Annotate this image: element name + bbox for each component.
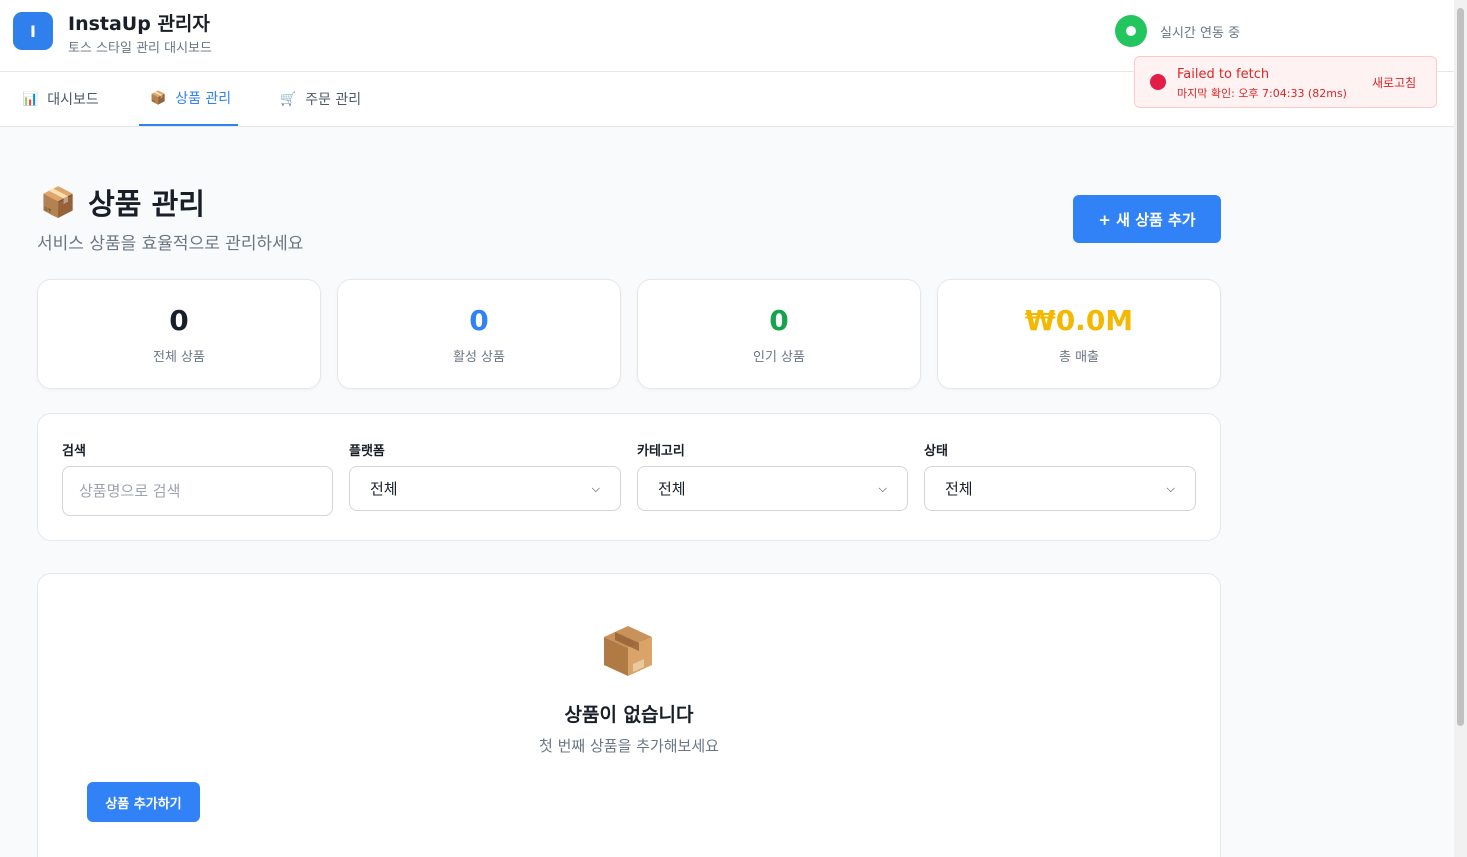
package-icon: 📦 xyxy=(150,90,167,106)
page-subtitle: 서비스 상품을 효율적으로 관리하세요 xyxy=(37,234,304,254)
error-toast-time: 마지막 확인: 오후 7:04:33 (82ms) xyxy=(1177,87,1347,100)
status-label: 상태 xyxy=(924,444,948,459)
platform-select[interactable]: 전체 ⌵ xyxy=(349,466,621,511)
status-select[interactable]: 전체 ⌵ xyxy=(924,466,1196,511)
category-select[interactable]: 전체 ⌵ xyxy=(637,466,908,511)
stat-card-total: 0 전체 상품 xyxy=(37,279,321,389)
platform-label: 플랫폼 xyxy=(349,444,385,459)
stat-value: 0 xyxy=(469,304,489,337)
tab-products[interactable]: 📦 상품 관리 xyxy=(139,72,238,126)
tab-label: 주문 관리 xyxy=(305,92,362,108)
filter-panel: 검색 플랫폼 전체 ⌵ 카테고리 전체 ⌵ 상태 전체 ⌵ xyxy=(37,413,1221,541)
chevron-down-icon: ⌵ xyxy=(878,481,887,495)
error-toast-title: Failed to fetch xyxy=(1177,67,1270,82)
status-selected: 전체 xyxy=(945,480,973,498)
live-status-icon xyxy=(1115,15,1147,47)
empty-subtitle: 첫 번째 상품을 추가해보세요 xyxy=(539,737,719,755)
tab-label: 대시보드 xyxy=(47,92,99,108)
search-input[interactable] xyxy=(62,466,333,516)
stat-value: ₩0.0M xyxy=(1024,304,1134,337)
package-icon xyxy=(604,626,652,676)
product-list-empty: 상품이 없습니다 첫 번째 상품을 추가해보세요 상품 추가하기 xyxy=(37,573,1221,857)
stat-label: 활성 상품 xyxy=(453,350,505,365)
live-status-text: 실시간 연동 중 xyxy=(1160,26,1241,41)
app-subtitle: 토스 스타일 관리 대시보드 xyxy=(68,41,212,56)
stat-label: 전체 상품 xyxy=(153,350,205,365)
page-scrollbar[interactable] xyxy=(1454,0,1467,857)
chevron-down-icon: ⌵ xyxy=(1166,481,1175,495)
stat-label: 인기 상품 xyxy=(753,350,805,365)
stat-value: 0 xyxy=(169,304,189,337)
chart-icon: 📊 xyxy=(22,91,39,107)
stat-card-popular: 0 인기 상품 xyxy=(637,279,921,389)
tab-dashboard[interactable]: 📊 대시보드 xyxy=(22,72,99,126)
platform-selected: 전체 xyxy=(370,480,398,498)
app-title: InstaUp 관리자 xyxy=(68,13,210,35)
stat-card-revenue: ₩0.0M 총 매출 xyxy=(937,279,1221,389)
tab-label: 상품 관리 xyxy=(175,91,232,107)
scrollbar-thumb[interactable] xyxy=(1457,8,1464,726)
search-label: 검색 xyxy=(62,444,86,459)
page-title-text: 상품 관리 xyxy=(88,187,205,221)
stat-card-active: 0 활성 상품 xyxy=(337,279,621,389)
stat-value: 0 xyxy=(769,304,789,337)
category-selected: 전체 xyxy=(658,480,686,498)
cart-icon: 🛒 xyxy=(280,91,297,107)
package-icon: 📦 xyxy=(40,184,77,219)
stat-label: 총 매출 xyxy=(1058,350,1099,365)
empty-title: 상품이 없습니다 xyxy=(564,704,694,726)
page-title: 📦 상품 관리 xyxy=(40,181,205,223)
app-logo: I xyxy=(13,12,53,50)
error-toast: Failed to fetch 마지막 확인: 오후 7:04:33 (82ms… xyxy=(1134,56,1437,108)
tab-orders[interactable]: 🛒 주문 관리 xyxy=(280,72,361,126)
add-product-empty-button[interactable]: 상품 추가하기 xyxy=(87,782,200,822)
error-dot-icon xyxy=(1150,74,1166,90)
refresh-button[interactable]: 새로고침 xyxy=(1372,74,1416,91)
add-product-button[interactable]: + 새 상품 추가 xyxy=(1073,195,1221,243)
category-label: 카테고리 xyxy=(637,444,685,459)
chevron-down-icon: ⌵ xyxy=(591,481,600,495)
